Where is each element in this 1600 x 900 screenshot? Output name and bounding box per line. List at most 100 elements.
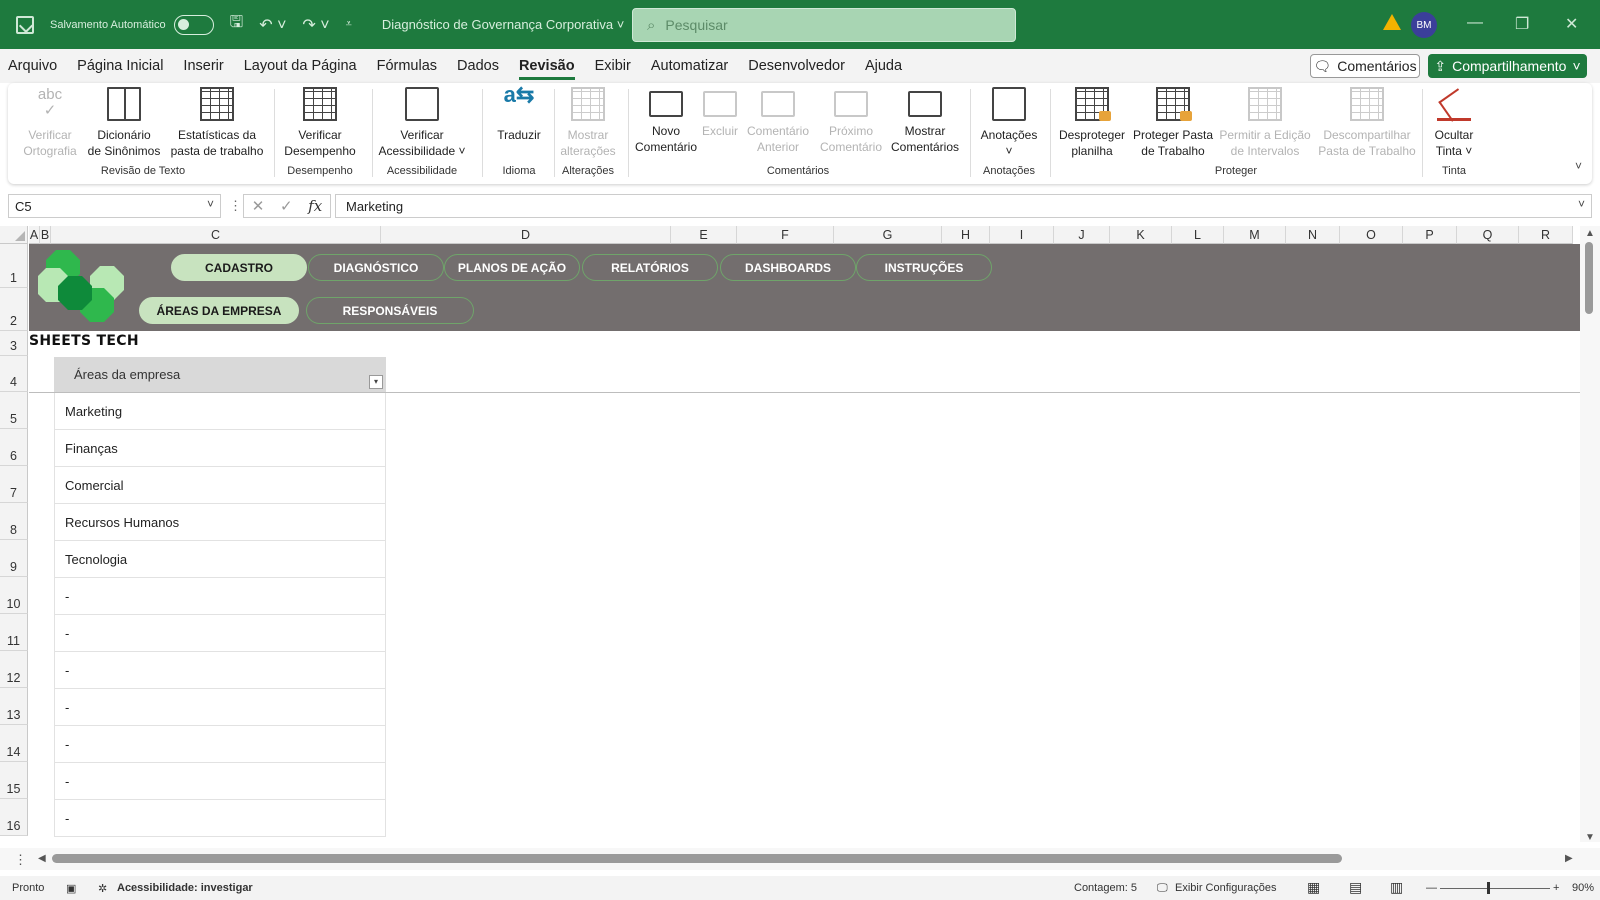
expand-formula-icon[interactable]: ˅ xyxy=(1578,197,1585,211)
zoom-slider[interactable] xyxy=(1440,888,1550,889)
restore-icon[interactable]: ❐ xyxy=(1515,14,1529,34)
column-header-o[interactable]: O xyxy=(1340,226,1403,244)
vertical-scrollbar[interactable] xyxy=(1580,226,1600,842)
column-header-n[interactable]: N xyxy=(1286,226,1340,244)
row-header-7[interactable]: 7 xyxy=(0,466,28,503)
subnav-button-0[interactable]: ÁREAS DA EMPRESA xyxy=(139,297,299,324)
row-header-8[interactable]: 8 xyxy=(0,503,28,540)
table-row[interactable]: - xyxy=(54,800,386,837)
zoom-level[interactable]: 90% xyxy=(1572,882,1594,894)
macro-recording-icon[interactable]: ▣ xyxy=(66,882,76,895)
row-header-15[interactable]: 15 xyxy=(0,762,28,799)
spelling-button[interactable]: abc ✓ Verificar Ortografia xyxy=(18,87,82,159)
column-header-f[interactable]: F xyxy=(737,226,834,244)
allow-edit-ranges-button[interactable]: Permitir a Edição de Intervalos xyxy=(1216,87,1314,159)
tab-automatizar[interactable]: Automatizar xyxy=(651,52,728,80)
hide-ink-button[interactable]: Ocultar Tinta ˅ xyxy=(1426,87,1482,159)
vertical-scroll-thumb[interactable] xyxy=(1585,242,1593,314)
redo-icon[interactable]: ↷ ˅ xyxy=(302,15,329,35)
protect-workbook-button[interactable]: Proteger Pasta de Trabalho xyxy=(1132,87,1214,159)
column-header-d[interactable]: D xyxy=(381,226,671,244)
table-row[interactable]: - xyxy=(54,578,386,615)
zoom-in-icon[interactable]: + xyxy=(1553,882,1559,894)
warning-icon[interactable] xyxy=(1383,14,1401,30)
check-performance-button[interactable]: Verificar Desempenho xyxy=(280,87,360,159)
save-icon[interactable]: 🖫 xyxy=(230,11,244,38)
column-header-i[interactable]: I xyxy=(990,226,1054,244)
user-avatar[interactable]: BM xyxy=(1411,12,1437,38)
show-changes-button[interactable]: Mostrar alterações xyxy=(556,87,620,159)
nav-button-3[interactable]: RELATÓRIOS xyxy=(582,254,718,281)
table-row[interactable]: Finanças xyxy=(54,430,386,467)
column-header-r[interactable]: R xyxy=(1519,226,1573,244)
workbook-statistics-button[interactable]: Estatísticas da pasta de trabalho xyxy=(166,87,268,159)
row-header-16[interactable]: 16 xyxy=(0,799,28,836)
horizontal-scroll-thumb[interactable] xyxy=(52,854,1342,863)
select-all-corner[interactable] xyxy=(0,226,28,244)
column-header-b[interactable]: B xyxy=(40,226,51,244)
row-header-2[interactable]: 2 xyxy=(0,288,28,331)
share-button[interactable]: ⇪ Compartilhamento ˅ xyxy=(1428,54,1587,78)
sheet-tabs-menu-icon[interactable]: ⋮ xyxy=(14,852,27,868)
row-header-14[interactable]: 14 xyxy=(0,725,28,762)
check-accessibility-button[interactable]: Verificar Acessibilidade ˅ xyxy=(376,87,468,159)
formula-input[interactable]: Marketing ˅ xyxy=(335,194,1592,218)
unshare-workbook-button[interactable]: Descompartilhar Pasta de Trabalho xyxy=(1316,87,1418,159)
nav-button-5[interactable]: INSTRUÇÕES xyxy=(856,254,992,281)
row-header-12[interactable]: 12 xyxy=(0,651,28,688)
column-header-m[interactable]: M xyxy=(1224,226,1286,244)
column-header-g[interactable]: G xyxy=(834,226,942,244)
more-options-icon[interactable]: ⋮ xyxy=(229,198,242,214)
status-count[interactable]: Contagem: 5 xyxy=(1074,882,1137,894)
cancel-icon[interactable]: ✕ xyxy=(252,197,265,215)
next-comment-button[interactable]: Próximo Comentário xyxy=(816,87,886,155)
column-header-k[interactable]: K xyxy=(1110,226,1172,244)
table-row[interactable]: - xyxy=(54,652,386,689)
insert-function-icon[interactable]: fx xyxy=(308,197,322,215)
row-header-10[interactable]: 10 xyxy=(0,577,28,614)
translate-button[interactable]: a⇆ Traduzir xyxy=(488,84,550,143)
previous-comment-button[interactable]: Comentário Anterior xyxy=(742,87,814,155)
close-icon[interactable]: ✕ xyxy=(1565,14,1578,34)
table-row[interactable]: - xyxy=(54,689,386,726)
scroll-up-icon[interactable]: ▲ xyxy=(1585,228,1595,239)
minimize-icon[interactable]: — xyxy=(1467,14,1483,32)
accessibility-status-icon[interactable]: ✲ xyxy=(98,882,107,895)
tab-inserir[interactable]: Inserir xyxy=(183,52,223,80)
tab-layout[interactable]: Layout da Página xyxy=(244,52,357,80)
column-header-q[interactable]: Q xyxy=(1457,226,1519,244)
subnav-button-1[interactable]: RESPONSÁVEIS xyxy=(306,297,474,324)
column-header-p[interactable]: P xyxy=(1403,226,1457,244)
row-header-6[interactable]: 6 xyxy=(0,429,28,466)
table-row[interactable]: - xyxy=(54,763,386,800)
show-comments-button[interactable]: Mostrar Comentários xyxy=(888,87,962,155)
column-header-j[interactable]: J xyxy=(1054,226,1110,244)
thesaurus-button[interactable]: Dicionário de Sinônimos xyxy=(84,87,164,159)
nav-button-0[interactable]: CADASTRO xyxy=(171,254,307,281)
page-layout-view-icon[interactable]: ▤ xyxy=(1349,879,1362,896)
row-header-4[interactable]: 4 xyxy=(0,356,28,392)
tab-dados[interactable]: Dados xyxy=(457,52,499,80)
nav-button-1[interactable]: DIAGNÓSTICO xyxy=(308,254,444,281)
scroll-right-icon[interactable]: ▶ xyxy=(1565,853,1573,864)
scroll-left-icon[interactable]: ◀ xyxy=(38,853,46,864)
column-header-e[interactable]: E xyxy=(671,226,737,244)
tab-revisao[interactable]: Revisão xyxy=(518,52,575,80)
column-header-c[interactable]: C xyxy=(51,226,381,244)
tab-ajuda[interactable]: Ajuda xyxy=(865,52,902,80)
tab-exibir[interactable]: Exibir xyxy=(595,52,631,80)
search-box[interactable]: ⌕ Pesquisar xyxy=(632,8,1016,42)
document-title[interactable]: Diagnóstico de Governança Corporativa ˅ xyxy=(382,17,624,32)
zoom-out-icon[interactable]: — xyxy=(1426,882,1437,894)
row-header-1[interactable]: 1 xyxy=(0,244,28,288)
unprotect-sheet-button[interactable]: Desproteger planilha xyxy=(1054,87,1130,159)
delete-comment-button[interactable]: Excluir xyxy=(700,87,740,139)
tab-arquivo[interactable]: Arquivo xyxy=(8,52,57,80)
scroll-down-icon[interactable]: ▼ xyxy=(1585,832,1595,843)
nav-button-2[interactable]: PLANOS DE AÇÃO xyxy=(444,254,580,281)
column-header-h[interactable]: H xyxy=(942,226,990,244)
row-header-3[interactable]: 3 xyxy=(0,331,28,356)
tab-pagina-inicial[interactable]: Página Inicial xyxy=(77,52,163,80)
table-row[interactable]: Comercial xyxy=(54,467,386,504)
tab-formulas[interactable]: Fórmulas xyxy=(377,52,437,80)
